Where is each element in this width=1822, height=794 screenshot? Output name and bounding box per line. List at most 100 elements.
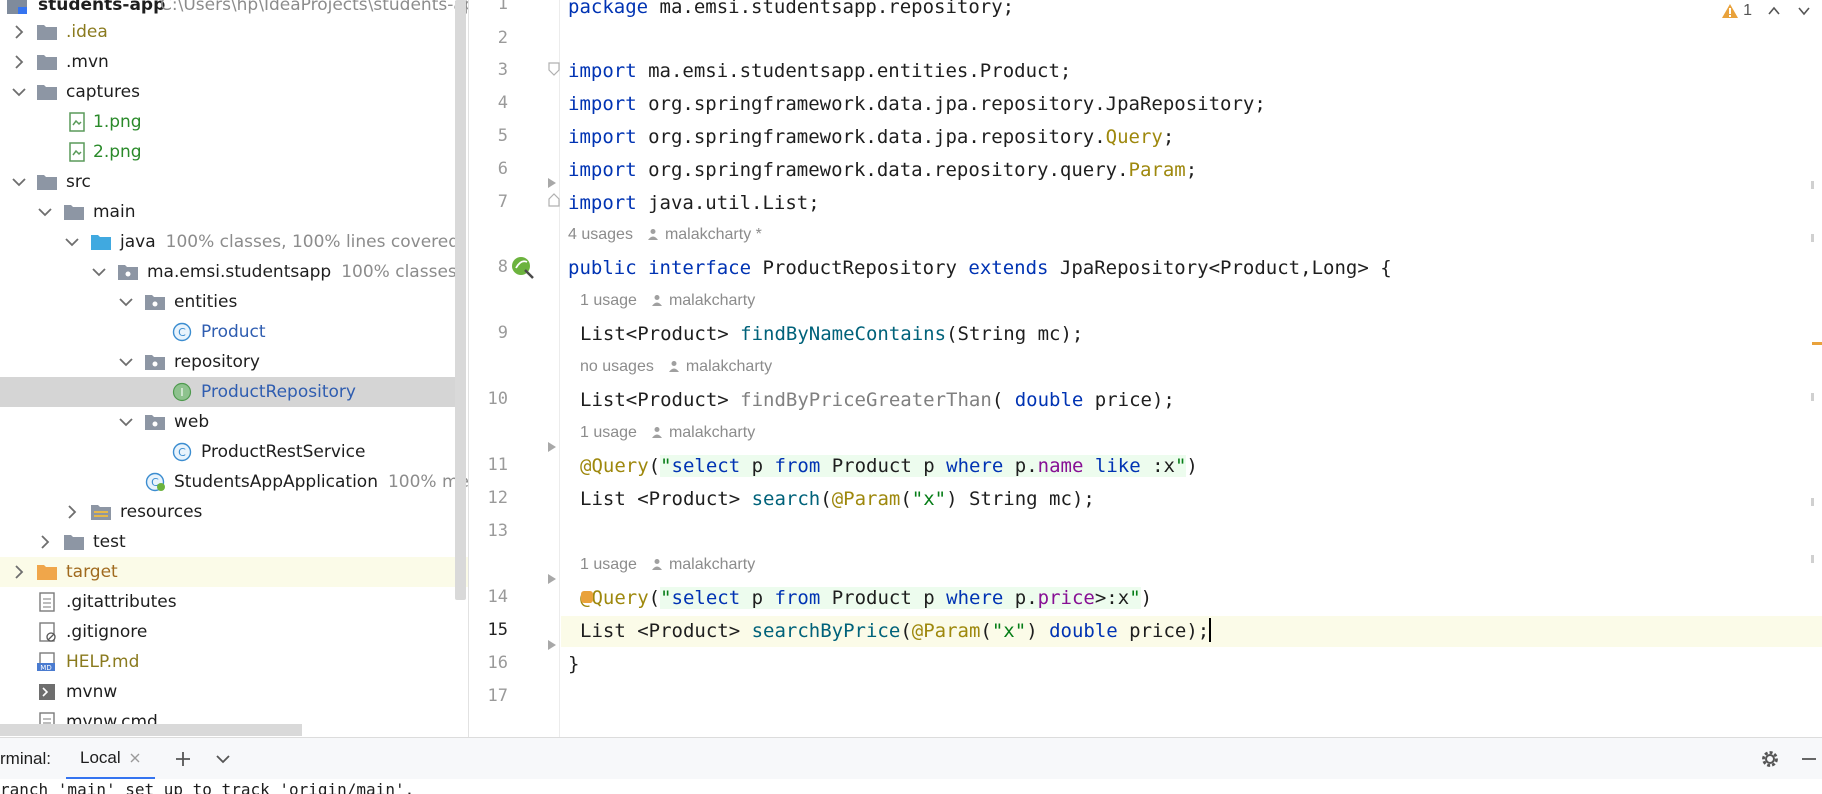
tree-item-mvn[interactable]: .mvn <box>0 47 468 77</box>
tree-item-idea[interactable]: .idea <box>0 17 468 47</box>
author-name[interactable]: malakcharty <box>669 424 755 441</box>
chevron-down-icon[interactable] <box>1796 3 1812 19</box>
author-name[interactable]: malakcharty <box>669 556 755 573</box>
code-line-11[interactable]: @Query("select p from Product p where p.… <box>561 451 1822 481</box>
tree-item-entities[interactable]: entities <box>0 287 468 317</box>
code-line-1[interactable]: package ma.emsi.studentsapp.repository; <box>561 0 1822 22</box>
tree-item-product-repository[interactable]: I ProductRepository <box>0 377 466 407</box>
usages-count[interactable]: no usages <box>580 358 654 375</box>
code-line-16[interactable]: } <box>561 649 1822 679</box>
fold-arrow-icon[interactable] <box>546 572 558 586</box>
code-line-14[interactable]: @Query("select p from Product p where p.… <box>561 583 1822 613</box>
scroll-marker[interactable] <box>1811 234 1814 242</box>
scroll-marker[interactable] <box>1811 393 1814 401</box>
usages-inlay[interactable]: 1 usage malakcharty <box>580 420 755 446</box>
code-text: ma.emsi.studentsapp.entities.Product; <box>636 60 1072 82</box>
chevron-down-icon[interactable] <box>117 293 135 311</box>
chevron-down-icon[interactable] <box>63 233 81 251</box>
tree-item-src[interactable]: src <box>0 167 468 197</box>
chevron-down-icon[interactable] <box>117 413 135 431</box>
code-line-4[interactable]: import org.springframework.data.jpa.repo… <box>561 89 1822 119</box>
code-line-8[interactable]: public interface ProductRepository exten… <box>561 253 1822 283</box>
tree-item-2-png[interactable]: 2.png <box>0 137 468 167</box>
tree-item-main[interactable]: main <box>0 197 468 227</box>
coverage-hint: 100% classes, 100 <box>341 262 468 282</box>
sql-keyword: where <box>946 455 1004 477</box>
tree-item-package[interactable]: ma.emsi.studentsapp100% classes, 100 <box>0 257 468 287</box>
usages-count[interactable]: 1 usage <box>580 292 637 309</box>
close-icon[interactable] <box>129 752 141 764</box>
resources-folder-icon <box>91 505 111 520</box>
tree-item-gitignore[interactable]: .gitignore <box>0 617 468 647</box>
code-line-15[interactable]: List <Product> searchByPrice(@Param("x")… <box>561 616 1822 647</box>
scroll-marker[interactable] <box>1811 498 1814 506</box>
chevron-right-icon[interactable] <box>10 53 28 71</box>
warning-stripe-marker[interactable] <box>1812 342 1822 345</box>
terminal-output[interactable]: ranch 'main' set up to track 'origin/mai… <box>0 779 1822 794</box>
scroll-marker[interactable] <box>1811 555 1814 563</box>
chevron-down-icon[interactable] <box>117 353 135 371</box>
code-line-5[interactable]: import org.springframework.data.jpa.repo… <box>561 122 1822 152</box>
vertical-scrollbar[interactable] <box>455 0 466 600</box>
fold-arrow-icon[interactable] <box>546 176 558 190</box>
hide-panel-button[interactable] <box>1796 746 1822 772</box>
code-editor[interactable]: package ma.emsi.studentsapp.repository; … <box>561 0 1822 737</box>
tree-item-mvnw[interactable]: mvnw <box>0 677 468 707</box>
tree-item-test[interactable]: test <box>0 527 468 557</box>
tree-item-resources[interactable]: resources <box>0 497 468 527</box>
settings-button[interactable] <box>1757 746 1783 772</box>
fold-arrow-icon[interactable] <box>546 440 558 454</box>
code-line-7[interactable]: import java.util.List; <box>561 188 1822 218</box>
code-line-9[interactable]: List<Product> findByNameContains(String … <box>561 319 1822 349</box>
scroll-marker[interactable] <box>1811 181 1814 189</box>
chevron-down-icon[interactable] <box>36 203 54 221</box>
chevron-up-icon[interactable] <box>1766 3 1782 19</box>
fold-icon[interactable] <box>548 193 560 207</box>
code-line-6[interactable]: import org.springframework.data.reposito… <box>561 155 1822 185</box>
author-name[interactable]: malakcharty <box>669 292 755 309</box>
chevron-down-icon[interactable] <box>10 173 28 191</box>
usages-inlay[interactable]: 1 usage malakcharty <box>580 288 755 314</box>
chevron-down-icon[interactable] <box>90 263 108 281</box>
fold-arrow-icon[interactable] <box>546 638 558 652</box>
code-line-10[interactable]: List<Product> findByPriceGreaterThan( do… <box>561 385 1822 415</box>
tree-item-repository[interactable]: repository <box>0 347 468 377</box>
tree-item-help-md[interactable]: MD HELP.md <box>0 647 468 677</box>
code-line-3[interactable]: import ma.emsi.studentsapp.entities.Prod… <box>561 56 1822 86</box>
tree-item-java[interactable]: java 100% classes, 100% lines covered <box>0 227 468 257</box>
warning-icon <box>1722 4 1739 18</box>
intention-bulb-icon[interactable] <box>580 590 594 606</box>
chevron-right-icon[interactable] <box>63 503 81 521</box>
usages-count[interactable]: 4 usages <box>568 226 633 243</box>
tree-item-captures[interactable]: captures <box>0 77 468 107</box>
entity-field: name <box>1037 455 1084 477</box>
warning-count: 1 <box>1743 2 1752 19</box>
usages-count[interactable]: 1 usage <box>580 556 637 573</box>
tree-item-product-rest-service[interactable]: C ProductRestService <box>0 437 468 467</box>
spring-bean-icon[interactable] <box>510 255 536 281</box>
code-line-12[interactable]: List <Product> search(@Param("x") String… <box>561 484 1822 514</box>
usages-count[interactable]: 1 usage <box>580 424 637 441</box>
usages-inlay[interactable]: 4 usages malakcharty * <box>568 222 762 248</box>
chevron-down-icon[interactable] <box>10 83 28 101</box>
inspection-widget[interactable]: 1 <box>1721 0 1812 22</box>
terminal-tab-local[interactable]: Local <box>66 738 155 780</box>
author-name[interactable]: malakcharty * <box>665 226 762 243</box>
chevron-right-icon[interactable] <box>36 533 54 551</box>
author-name[interactable]: malakcharty <box>686 358 772 375</box>
tree-item-1-png[interactable]: 1.png <box>0 107 468 137</box>
tree-item-product[interactable]: C Product <box>0 317 468 347</box>
new-terminal-button[interactable] <box>170 746 196 772</box>
usages-inlay[interactable]: no usages malakcharty <box>580 354 772 380</box>
chevron-right-icon[interactable] <box>10 563 28 581</box>
horizontal-scrollbar[interactable] <box>0 724 302 736</box>
tree-item-target[interactable]: target <box>0 557 468 587</box>
terminal-options-button[interactable] <box>210 746 236 772</box>
usages-inlay[interactable]: 1 usage malakcharty <box>580 552 755 578</box>
tree-item-students-app-application[interactable]: C StudentsAppApplication100% meth <box>0 467 468 497</box>
chevron-right-icon[interactable] <box>10 23 28 41</box>
fold-icon[interactable] <box>548 62 560 76</box>
method-name-unused: findByPriceGreaterThan <box>740 389 992 411</box>
tree-item-web[interactable]: web <box>0 407 468 437</box>
tree-item-gitattributes[interactable]: .gitattributes <box>0 587 468 617</box>
